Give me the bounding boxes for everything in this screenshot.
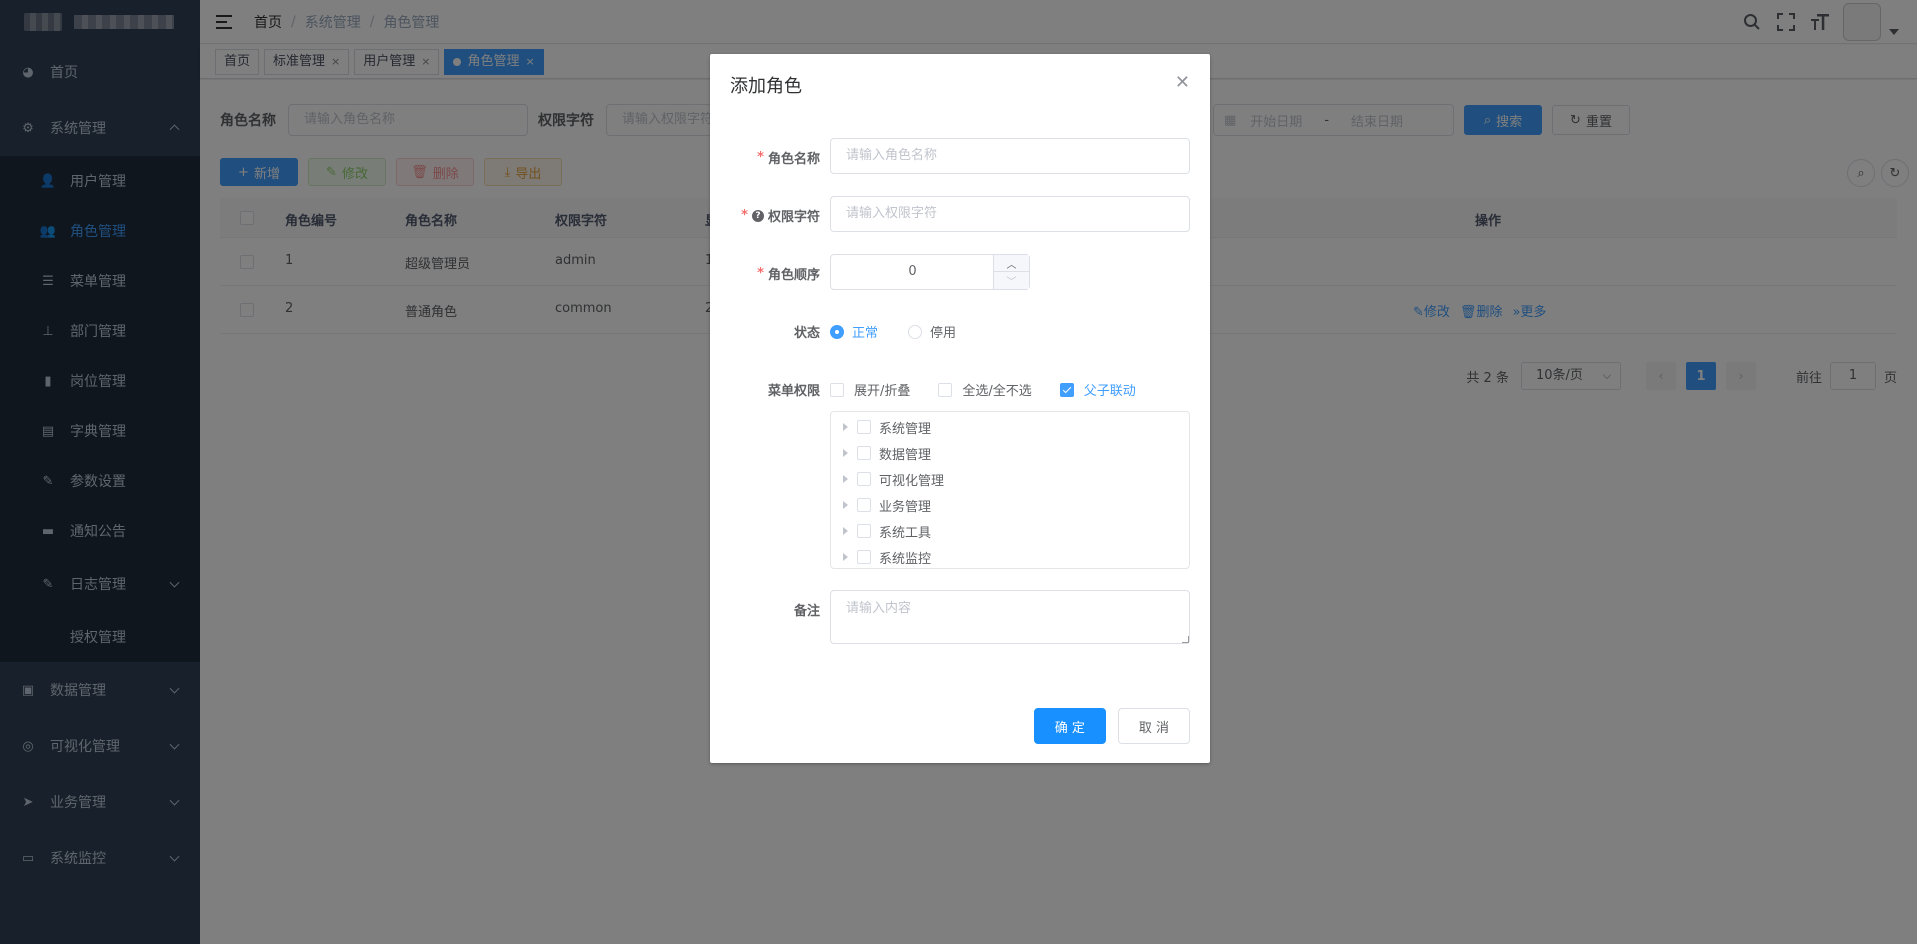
question-icon[interactable]: ?: [751, 209, 764, 222]
caret-right-icon[interactable]: [843, 449, 848, 457]
role-name-field: * 角色名称 请输入角色名称: [710, 138, 1210, 174]
add-role-dialog: 添加角色 ✕ * 角色名称 请输入角色名称 *? 权限字符 请输入权限字符 * 角色顺…: [710, 54, 1210, 763]
resize-handle-icon[interactable]: [1182, 636, 1189, 643]
menu-perm-field: 菜单权限 展开/折叠 全选/全不选 父子联动: [710, 370, 1210, 406]
tree-checkbox[interactable]: [857, 498, 871, 512]
cancel-button[interactable]: 取 消: [1117, 708, 1190, 744]
tree-checkbox[interactable]: [857, 550, 871, 564]
role-name-input[interactable]: 请输入角色名称: [830, 138, 1190, 174]
chevron-down-icon[interactable]: ﹀: [994, 272, 1029, 289]
radio-normal[interactable]: [830, 324, 844, 339]
menu-tree: 系统管理 数据管理 可视化管理 业务管理 系统工具 系统监控: [830, 411, 1190, 569]
sort-stepper[interactable]: 0 ︿ ﹀: [830, 254, 1030, 290]
chevron-up-icon[interactable]: ︿: [994, 255, 1029, 272]
tree-node[interactable]: 系统监控: [831, 544, 1189, 570]
tree-node[interactable]: 数据管理: [831, 440, 1189, 466]
tree-checkbox[interactable]: [857, 472, 871, 486]
caret-right-icon[interactable]: [843, 553, 848, 561]
status-radio-group: 正常 停用: [830, 322, 986, 341]
close-icon[interactable]: ✕: [1175, 72, 1190, 93]
select-all-checkbox[interactable]: [938, 382, 953, 397]
caret-right-icon[interactable]: [843, 423, 848, 431]
dialog-footer: 确 定 取 消: [1033, 708, 1190, 744]
caret-right-icon[interactable]: [843, 475, 848, 483]
expand-checkbox[interactable]: [830, 382, 844, 397]
dialog-title: 添加角色: [730, 76, 802, 97]
tree-node[interactable]: 系统管理: [831, 414, 1189, 440]
remark-textarea[interactable]: 请输入内容: [830, 590, 1190, 644]
tree-checkbox[interactable]: [857, 420, 871, 434]
tree-node[interactable]: 业务管理: [831, 492, 1189, 518]
status-field: 状态 正常 停用: [710, 312, 1210, 348]
confirm-button[interactable]: 确 定: [1033, 708, 1106, 744]
menu-perm-options: 展开/折叠 全选/全不选 父子联动: [830, 380, 1164, 399]
tree-node[interactable]: 系统工具: [831, 518, 1189, 544]
linkage-checkbox[interactable]: [1059, 382, 1074, 397]
tree-checkbox[interactable]: [857, 524, 871, 538]
caret-right-icon[interactable]: [843, 501, 848, 509]
perm-key-field: *? 权限字符 请输入权限字符: [710, 196, 1210, 232]
tree-checkbox[interactable]: [857, 446, 871, 460]
tree-node[interactable]: 可视化管理: [831, 466, 1189, 492]
caret-right-icon[interactable]: [843, 527, 848, 535]
sort-value[interactable]: 0: [831, 255, 994, 289]
role-sort-field: * 角色顺序 0 ︿ ﹀: [710, 254, 1210, 290]
perm-key-input[interactable]: 请输入权限字符: [830, 196, 1190, 232]
radio-disabled[interactable]: [908, 324, 923, 339]
